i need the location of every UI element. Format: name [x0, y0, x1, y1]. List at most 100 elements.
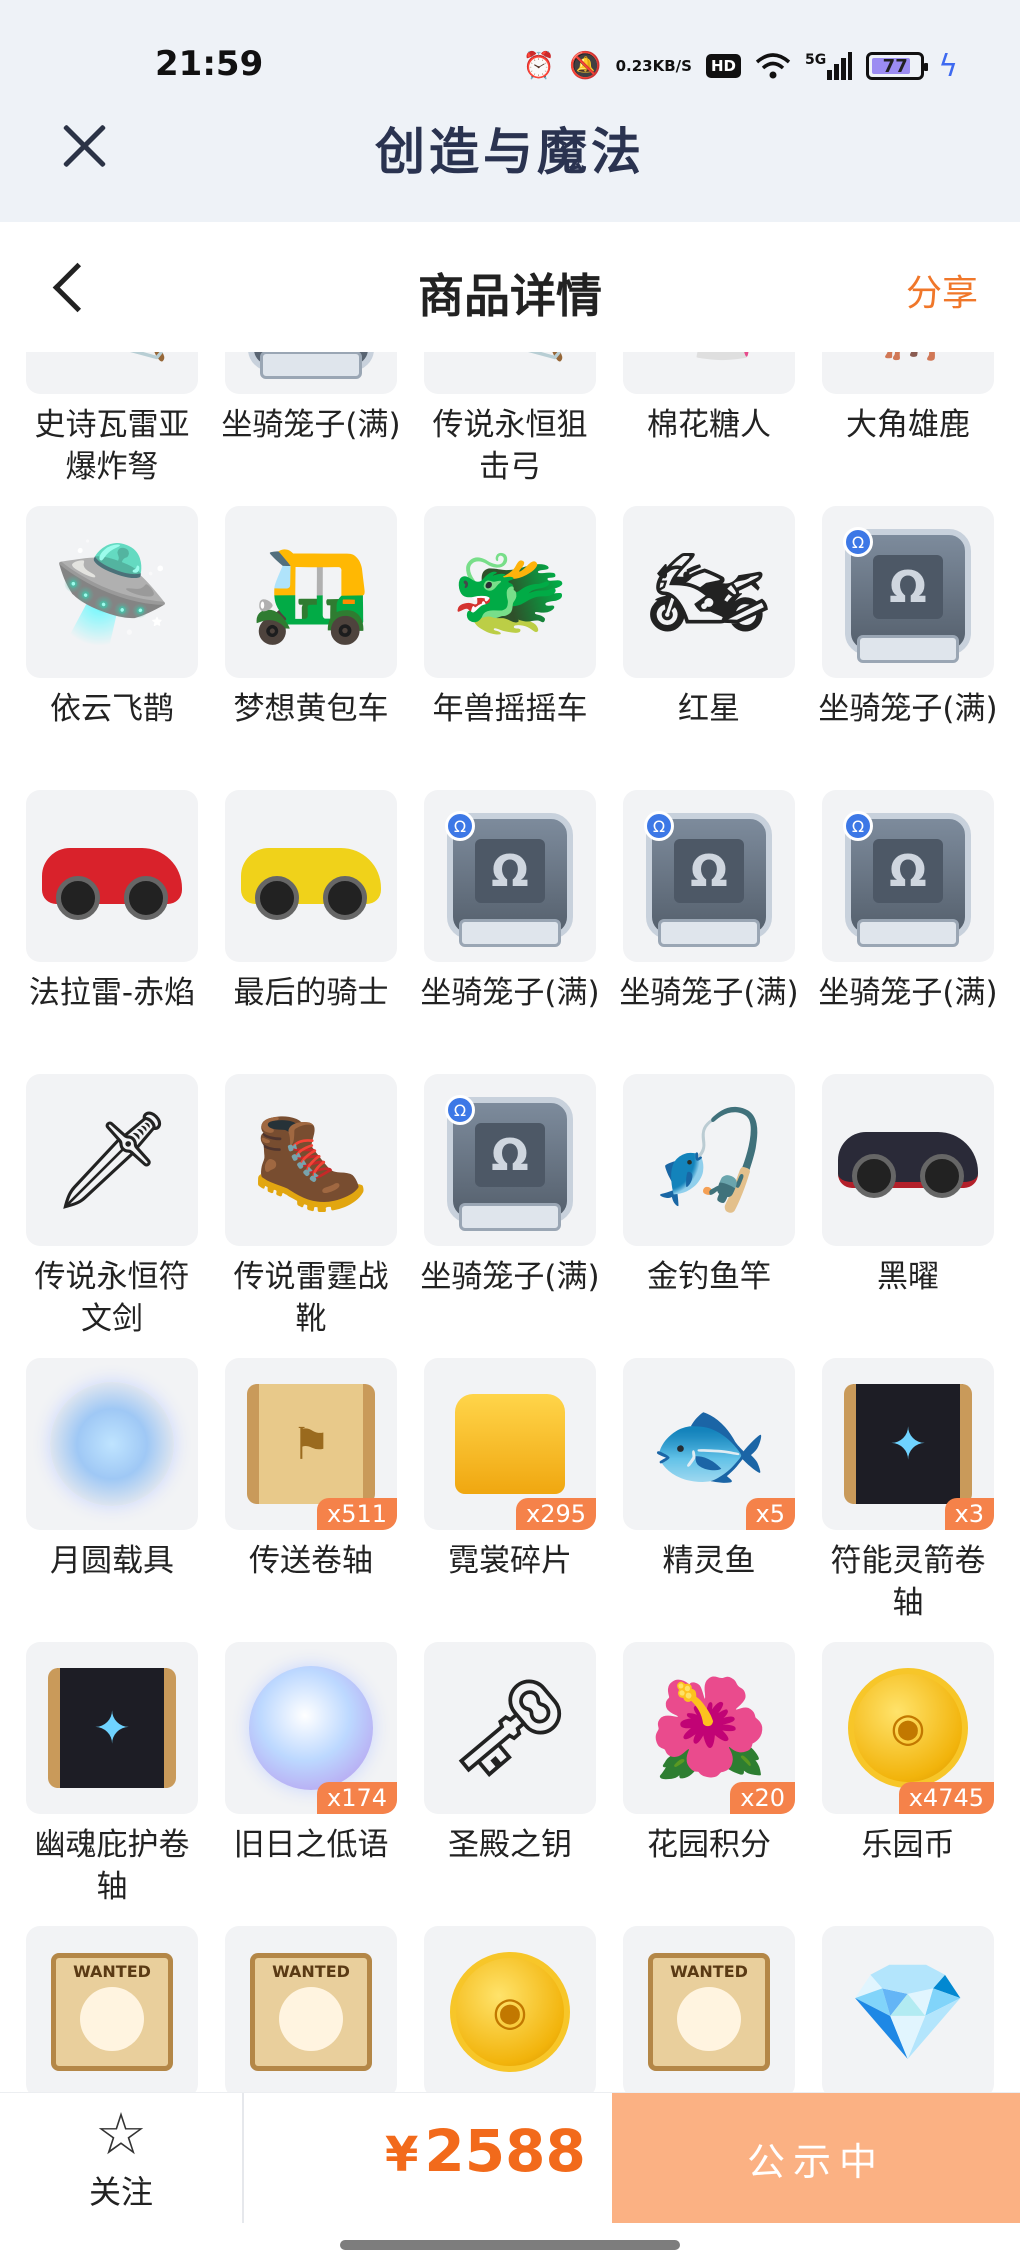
cloud-orb-icon: [50, 1382, 174, 1506]
item-thumbnail: ⚑ x511: [225, 1358, 397, 1530]
battery-icon: 77: [866, 52, 929, 80]
item-thumbnail: ΩΩ: [822, 790, 994, 962]
item-card[interactable]: 法拉雷-赤焰: [26, 790, 198, 1074]
price-symbol: ¥: [385, 2127, 419, 2183]
mute-bell-icon: 🔕: [569, 51, 602, 81]
coin-icon: ◉: [450, 1952, 570, 2072]
item-name: 传送卷轴: [249, 1543, 373, 1579]
item-card[interactable]: 🗡 传说永恒符文剑: [26, 1074, 198, 1358]
item-thumbnail: 🦄: [623, 352, 795, 394]
item-card[interactable]: ΩΩ 坐骑笼子(满): [420, 790, 600, 1074]
app-title: 创造与魔法: [375, 122, 645, 181]
item-card[interactable]: ΩΩ 坐骑笼子(满): [221, 352, 401, 506]
item-name: 年兽摇摇车: [432, 691, 588, 727]
app-header: 21:59 ⏰ 🔕 0.23 KB/S HD 5G 77 ϟ 创造与魔法: [0, 0, 1020, 222]
item-card[interactable]: ΩΩ 坐骑笼子(满): [619, 790, 799, 1074]
follow-button[interactable]: ☆ 关注: [0, 2093, 242, 2225]
item-card[interactable]: 🦌 大角雄鹿: [822, 352, 994, 506]
item-thumbnail: ΩΩ: [623, 790, 795, 962]
crystal-icon: 💎: [848, 1956, 968, 2068]
wanted-poster-icon: WANTED: [648, 1953, 770, 2071]
bow-icon: 🏹: [450, 352, 570, 356]
item-thumbnail: WANTED: [623, 1926, 795, 2092]
item-name: 精灵鱼: [662, 1543, 756, 1579]
divider: [242, 2093, 244, 2223]
item-quantity-badge: x295: [515, 1498, 596, 1530]
item-card[interactable]: ΩΩ 坐骑笼子(满): [818, 790, 998, 1074]
item-name: 坐骑笼子(满): [420, 975, 600, 1011]
item-card[interactable]: 💎: [822, 1926, 994, 2092]
item-card[interactable]: ✦ 幽魂庇护卷轴: [26, 1642, 198, 1926]
item-card[interactable]: 最后的骑士: [225, 790, 397, 1074]
price-value: 2588: [424, 2117, 586, 2185]
item-thumbnail: ◉: [424, 1926, 596, 2092]
item-card[interactable]: ΩΩ 坐骑笼子(满): [420, 1074, 600, 1358]
sword-icon: 🗡: [51, 1104, 173, 1216]
item-name: 坐骑笼子(满): [818, 975, 998, 1011]
item-card[interactable]: ΩΩ 坐骑笼子(满): [818, 506, 998, 790]
dragon-cart-icon: 🐲: [450, 536, 570, 648]
item-card[interactable]: 🛸 依云飞鹊: [26, 506, 198, 790]
status-time: 21:59: [155, 44, 264, 84]
item-thumbnail: 🏹: [26, 352, 198, 394]
item-thumbnail: ✦: [26, 1642, 198, 1814]
home-indicator[interactable]: [340, 2240, 680, 2250]
star-icon: ☆: [95, 2100, 147, 2168]
wanted-poster-icon: WANTED: [51, 1953, 173, 2071]
item-name: 传说永恒狙击弓: [432, 407, 588, 485]
item-name: 坐骑笼子(满): [619, 975, 799, 1011]
item-card[interactable]: 🐲 年兽摇摇车: [424, 506, 596, 790]
item-card[interactable]: ✦ x3 符能灵箭卷轴: [822, 1358, 994, 1642]
item-card[interactable]: 🎣 金钓鱼竿: [623, 1074, 795, 1358]
item-card[interactable]: 🏍 红星: [623, 506, 795, 790]
item-list[interactable]: 🏹 史诗瓦雷亚爆炸弩 ΩΩ 坐骑笼子(满) 🏹 传说永恒狙击弓 🦄 棉花糖人 🦌 大角雄鹿 🛸 依云飞…: [0, 352, 1020, 2092]
car-icon: [42, 848, 182, 920]
motorbike-icon: 🏍: [648, 536, 770, 648]
item-card[interactable]: 🌺 x20 花园积分: [623, 1642, 795, 1926]
cage-icon: ΩΩ: [843, 527, 971, 663]
cage-icon: ΩΩ: [445, 811, 573, 947]
item-card[interactable]: x174 旧日之低语: [225, 1642, 397, 1926]
item-thumbnail: WANTED: [225, 1926, 397, 2092]
item-name: 坐骑笼子(满): [818, 691, 998, 727]
item-name: 史诗瓦雷亚爆炸弩: [34, 407, 190, 485]
item-card[interactable]: 🥾 传说雷霆战靴: [225, 1074, 397, 1358]
public-notice-button[interactable]: 公示中: [612, 2093, 1020, 2223]
item-quantity-badge: x5: [745, 1498, 795, 1530]
item-card[interactable]: ◉: [424, 1926, 596, 2092]
item-card[interactable]: 🛺 梦想黄包车: [225, 506, 397, 790]
boots-icon: 🥾: [251, 1104, 371, 1216]
item-card[interactable]: 🏹 史诗瓦雷亚爆炸弩: [26, 352, 198, 506]
item-name: 坐骑笼子(满): [221, 407, 401, 443]
item-card[interactable]: WANTED: [225, 1926, 397, 2092]
flower-icon: 🌺: [649, 1672, 769, 1784]
item-name: 月圆载具: [50, 1543, 174, 1579]
item-thumbnail: 🥾: [225, 1074, 397, 1246]
item-thumbnail: [26, 790, 198, 962]
item-thumbnail: [26, 1358, 198, 1530]
item-thumbnail: 🏹: [424, 352, 596, 394]
item-thumbnail: 🎣: [623, 1074, 795, 1246]
item-card[interactable]: WANTED: [623, 1926, 795, 2092]
item-card[interactable]: x295 霓裳碎片: [424, 1358, 596, 1642]
share-button[interactable]: 分享: [906, 264, 978, 316]
scroll-icon: ⚑: [247, 1384, 375, 1504]
item-thumbnail: 🛺: [225, 506, 397, 678]
item-thumbnail: 🗡: [26, 1074, 198, 1246]
item-name: 幽魂庇护卷轴: [34, 1827, 190, 1905]
cage-icon: ΩΩ: [644, 811, 772, 947]
item-card[interactable]: WANTED: [26, 1926, 198, 2092]
status-icons: ⏰ 🔕 0.23 KB/S HD 5G 77 ϟ: [523, 44, 958, 88]
price: ¥ 2588: [385, 2117, 586, 2185]
item-card[interactable]: ⚑ x511 传送卷轴: [225, 1358, 397, 1642]
item-card[interactable]: 🗝 圣殿之钥: [424, 1642, 596, 1926]
item-card[interactable]: 月圆载具: [26, 1358, 198, 1642]
item-card[interactable]: 黑曜: [822, 1074, 994, 1358]
item-card[interactable]: 🦄 棉花糖人: [623, 352, 795, 506]
item-thumbnail: 🏍: [623, 506, 795, 678]
fishing-rod-icon: 🎣: [649, 1104, 769, 1216]
item-card[interactable]: ◉ x4745 乐园币: [822, 1642, 994, 1926]
item-card[interactable]: 🏹 传说永恒狙击弓: [424, 352, 596, 506]
car-icon: [838, 1132, 978, 1198]
item-card[interactable]: 🐟 x5 精灵鱼: [623, 1358, 795, 1642]
